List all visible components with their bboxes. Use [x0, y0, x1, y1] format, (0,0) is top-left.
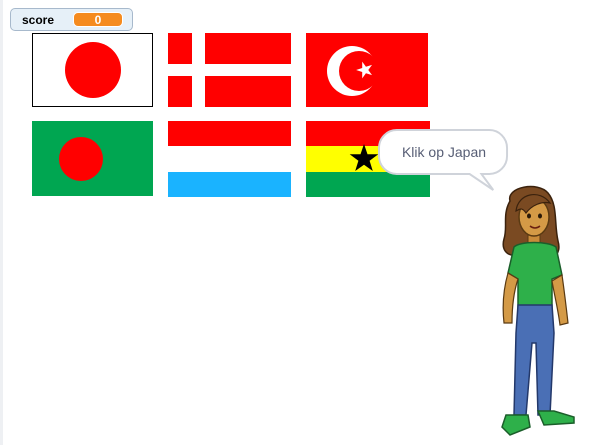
score-monitor: score 0: [10, 8, 133, 31]
japan-flag-icon[interactable]: [32, 33, 153, 107]
score-label: score: [22, 13, 55, 27]
luxembourg-flag-icon[interactable]: [168, 121, 291, 197]
turkey-flag-icon[interactable]: [306, 33, 428, 107]
speech-bubble: Klik op Japan: [378, 128, 510, 191]
stage-border: [0, 0, 3, 445]
game-stage[interactable]: score 0 Klik op Japan: [0, 0, 596, 445]
score-value: 0: [73, 12, 123, 27]
speech-text: Klik op Japan: [401, 144, 487, 160]
denmark-flag-icon[interactable]: [168, 33, 291, 107]
bangladesh-flag-icon[interactable]: [32, 121, 153, 196]
girl-character-sprite[interactable]: [492, 183, 582, 446]
